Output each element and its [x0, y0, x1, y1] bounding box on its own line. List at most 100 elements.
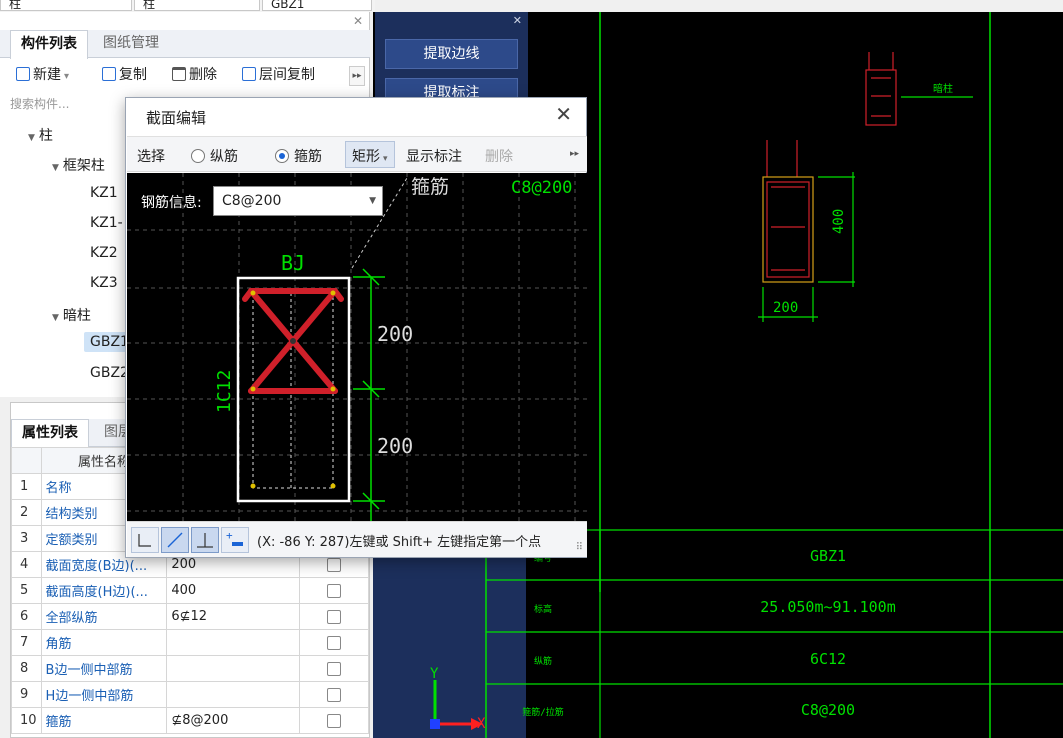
extract-edge-button[interactable]: 提取边线 [385, 39, 518, 69]
attach-checkbox[interactable] [326, 661, 341, 676]
cad-table-value: 25.050m~91.100m [760, 598, 895, 616]
tree-item-kz1-dash[interactable]: KZ1- [90, 215, 123, 231]
top-field-strip: 柱 柱 GBZ1 [0, 0, 375, 12]
tab-property-list[interactable]: 属性列表 [11, 419, 89, 448]
cad-table-grid [486, 529, 1063, 738]
radio-selected-icon [275, 149, 289, 163]
attach-checkbox[interactable] [326, 609, 341, 624]
chevron-down-icon: ▼ [52, 313, 59, 323]
close-icon[interactable]: ✕ [513, 14, 522, 27]
trash-icon [172, 67, 186, 81]
select-button[interactable]: 选择 [137, 146, 165, 166]
delete-button[interactable]: 删除 [172, 64, 217, 86]
canvas-grid [127, 173, 587, 521]
tree-node-hidden-column[interactable]: ▼ 暗柱 [52, 305, 91, 325]
show-dimension-button[interactable]: 显示标注 [406, 146, 462, 166]
dimension-label-2: 200 [377, 434, 413, 458]
tree-node-frame-column[interactable]: ▼ 框架柱 [52, 155, 105, 175]
tree-item-gbz2[interactable]: GBZ2 [90, 365, 129, 381]
cad-marker-label: 暗柱 [933, 82, 953, 95]
section-canvas[interactable]: 箍筋 C8@200 BJ 1C12 200 200 钢筋信息: C8@200 ▼ [127, 173, 587, 521]
cad-table-label: 标高 [534, 603, 552, 615]
stirrup-label: 箍筋 [411, 176, 449, 198]
component-field[interactable]: GBZ1 [262, 0, 372, 11]
close-icon[interactable]: ✕ [555, 102, 572, 126]
table-row[interactable]: 10 箍筋 ⊈8@200 [11, 707, 369, 734]
floor-copy-button[interactable]: 层间复制 [242, 64, 315, 86]
chevron-down-icon: ▾ [383, 154, 388, 164]
cad-width-dim: 200 [773, 300, 798, 316]
app-window: 柱 柱 GBZ1 暗柱 400 200 编号 GBZ1 标高 25.050m~9… [0, 0, 1063, 738]
attach-checkbox[interactable] [326, 557, 341, 572]
search-input[interactable]: 搜索构件... [10, 94, 130, 114]
chevron-down-icon: ▼ [28, 133, 35, 143]
canvas-dimensions [353, 268, 385, 521]
attach-checkbox[interactable] [326, 713, 341, 728]
resize-grip-icon[interactable]: ⠿ [576, 542, 583, 553]
tree-item-kz2[interactable]: KZ2 [90, 245, 118, 261]
attach-checkbox[interactable] [326, 687, 341, 702]
chevron-down-icon: ▼ [369, 196, 376, 206]
dialog-title: 截面编辑 [146, 109, 207, 127]
tree-item-kz3[interactable]: KZ3 [90, 275, 118, 291]
cad-table-value: 6C12 [810, 650, 846, 668]
line-snap-icon[interactable] [161, 527, 189, 553]
floor-copy-icon [242, 67, 256, 81]
attach-checkbox[interactable] [326, 635, 341, 650]
ortho-snap-icon[interactable] [131, 527, 159, 553]
bar-spec-label: 1C12 [214, 370, 235, 413]
delete-button-disabled[interactable]: 删除 [485, 146, 513, 166]
table-row[interactable]: 9 H边一侧中部筋 [11, 681, 369, 708]
tree-item-kz1[interactable]: KZ1 [90, 185, 118, 201]
stirrup-spec: C8@200 [511, 178, 572, 198]
radio-icon [191, 149, 205, 163]
table-row[interactable]: 5 截面高度(H边)(... 400 [11, 577, 369, 604]
cad-column-section [762, 140, 814, 283]
table-row[interactable]: 6 全部纵筋 6⊈12 [11, 603, 369, 630]
status-coordinates-text: (X: -86 Y: 287)左键或 Shift+ 左键指定第一个点 [257, 535, 542, 550]
attach-checkbox[interactable] [326, 583, 341, 598]
dialog-status-bar: + (X: -86 Y: 287)左键或 Shift+ 左键指定第一个点 ⠿ [127, 521, 587, 557]
tab-drawing-management[interactable]: 图纸管理 [93, 30, 169, 58]
radio-stirrup[interactable]: 箍筋 [275, 146, 322, 166]
tree-node-column[interactable]: ▼ 柱 [28, 125, 53, 145]
type-field[interactable]: 柱 [134, 0, 260, 11]
table-row[interactable]: 7 角筋 [11, 629, 369, 656]
perpendicular-snap-icon[interactable] [191, 527, 219, 553]
rebar-info-select[interactable]: C8@200 ▼ [213, 186, 383, 216]
close-icon[interactable]: ✕ [353, 14, 363, 28]
toolbar-expand-icon[interactable]: ▸▸ [570, 149, 579, 159]
cad-table-value: C8@200 [801, 701, 855, 719]
component-toolbar: 新建 ▾ 复制 删除 层间复制 [0, 60, 370, 90]
cad-table-label: 纵筋 [534, 655, 552, 667]
floor-field[interactable]: 柱 [0, 0, 132, 11]
chevron-down-icon: ▾ [64, 71, 70, 82]
component-tabs: 构件列表 图纸管理 [0, 30, 370, 59]
copy-icon [102, 67, 116, 81]
tab-component-list[interactable]: 构件列表 [10, 30, 88, 59]
cad-height-dim: 400 [831, 209, 847, 234]
section-editor-dialog: 截面编辑 ✕ 选择 纵筋 箍筋 矩形 ▾ 显示标注 删除 ▸▸ 箍筋 C8@20… [125, 97, 587, 558]
new-button[interactable]: 新建 ▾ [16, 64, 69, 86]
table-row[interactable]: 8 B边一侧中部筋 [11, 655, 369, 682]
cad-table-value: GBZ1 [810, 547, 846, 565]
chevron-down-icon: ▼ [52, 163, 59, 173]
new-icon [16, 67, 30, 81]
axis-x-label: X [477, 716, 486, 732]
cad-axis-indicator: Y X [430, 666, 486, 732]
radio-longitudinal[interactable]: 纵筋 [191, 146, 238, 166]
offset-snap-icon[interactable]: + [221, 527, 249, 553]
section-canvas-svg: 箍筋 C8@200 BJ 1C12 200 200 [127, 173, 587, 521]
cad-table-label: 箍筋/拉筋 [522, 706, 563, 718]
rebar-info-label: 钢筋信息: [141, 195, 202, 211]
dimension-label-1: 200 [377, 322, 413, 346]
copy-button[interactable]: 复制 [102, 64, 147, 86]
toolbar-expand-icon[interactable]: ▸▸ [349, 66, 365, 86]
axis-y-label: Y [430, 666, 439, 682]
bj-label: BJ [281, 251, 305, 275]
dialog-toolbar: 选择 纵筋 箍筋 矩形 ▾ 显示标注 删除 ▸▸ [127, 136, 587, 172]
cad-hidden-column-marker [865, 52, 897, 126]
extract-panel: ✕ 提取边线 提取标注 [375, 12, 528, 102]
svg-text:+: + [226, 529, 233, 542]
shape-dropdown[interactable]: 矩形 ▾ [345, 141, 395, 168]
